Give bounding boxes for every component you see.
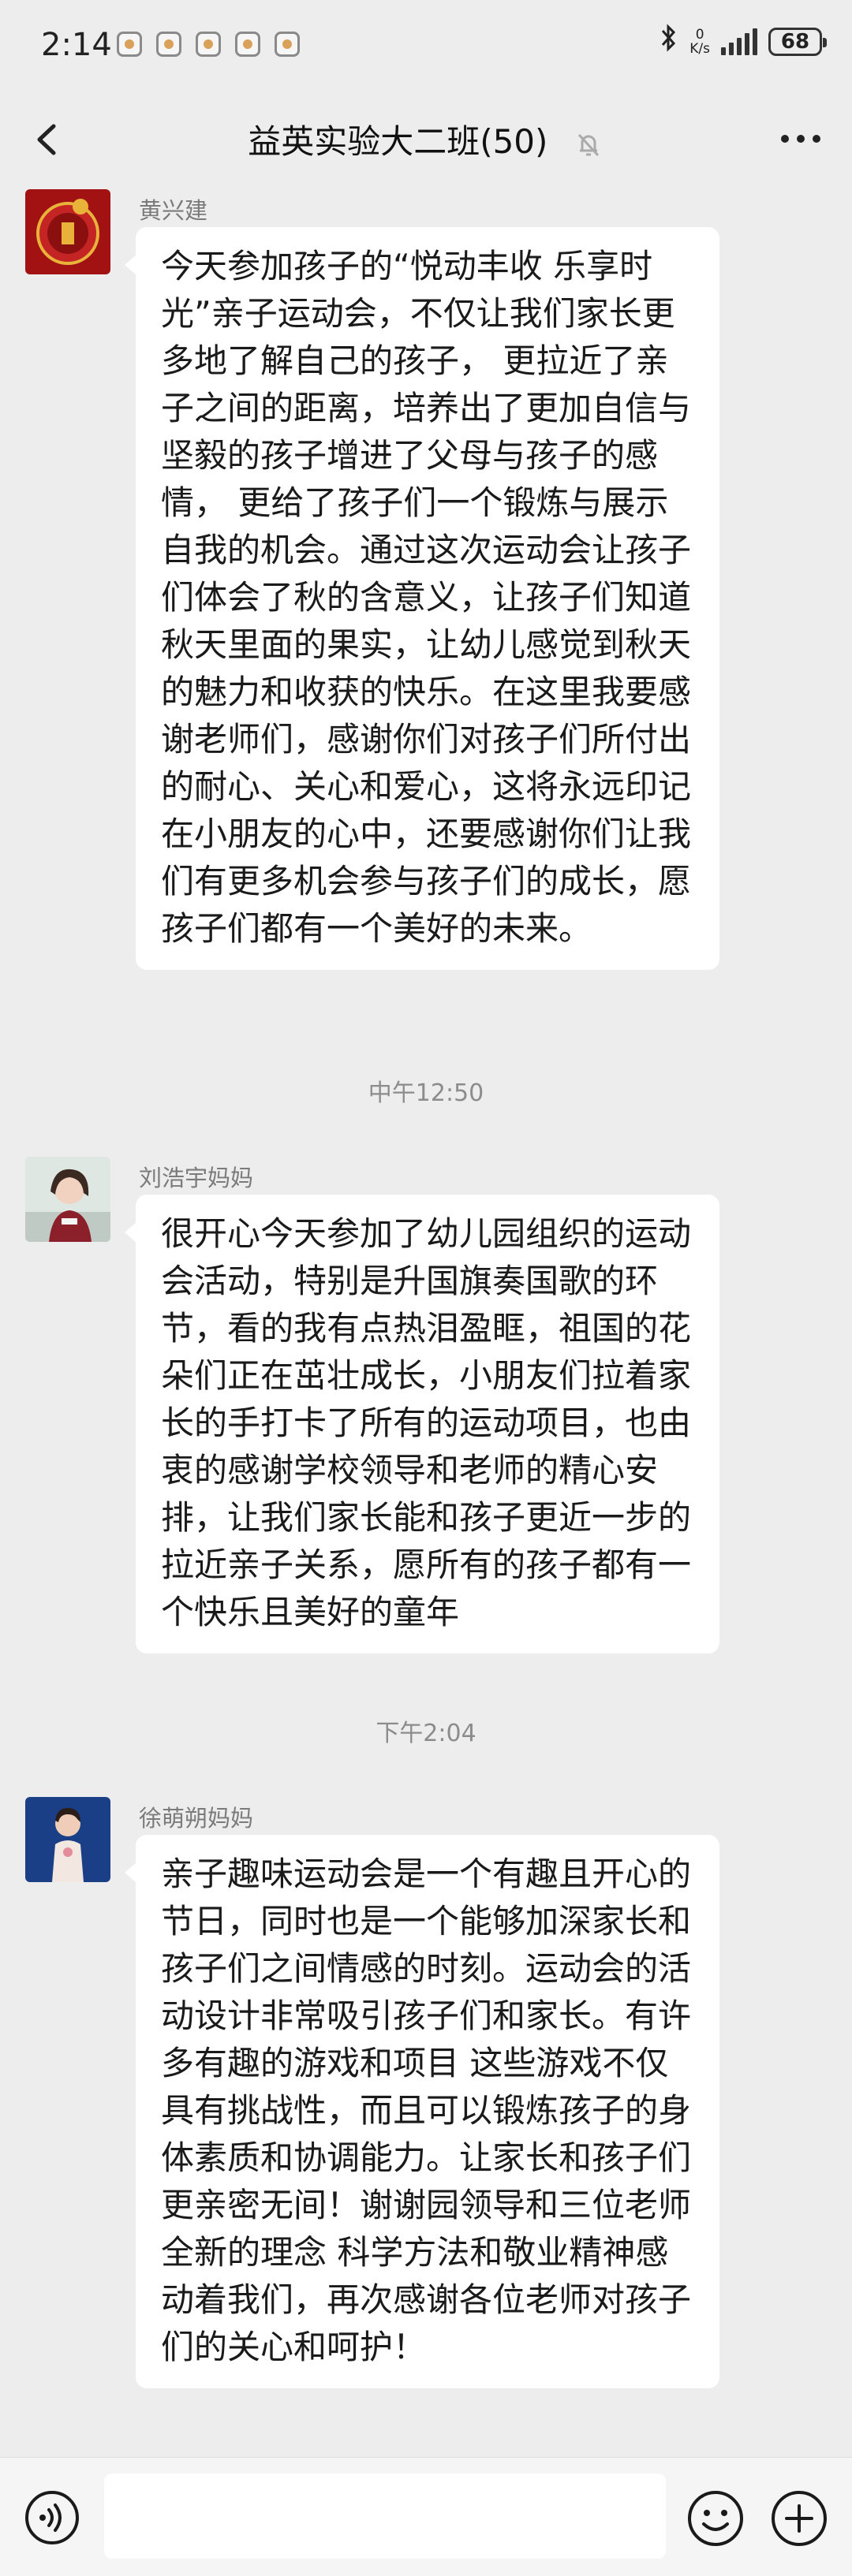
battery-icon: 68 [768,27,827,56]
notification-icons [117,32,300,57]
plus-icon[interactable] [770,2489,828,2548]
network-speed: 0 K/s [689,28,710,56]
message-bubble[interactable]: 亲子趣味运动会是一个有趣且开心的节日，同时也是一个能够加深家长和孩子们之间情感的… [125,1835,719,2388]
message-bubble[interactable]: 很开心今天参加了幼儿园组织的运动会活动，特别是升国旗奏国歌的环节，看的我有点热泪… [125,1195,719,1653]
chat-title: 益英实验大二班(50) [248,122,548,161]
input-bar [0,2457,852,2576]
signal-icon [721,28,757,55]
avatar[interactable] [25,1157,110,1242]
sender-name: 黄兴建 [139,197,208,224]
sender-name: 徐萌朔妈妈 [139,1805,254,1832]
network-speed-value: 0 [695,26,704,43]
status-right: 0 K/s 68 [660,24,827,59]
network-speed-unit: K/s [689,40,710,57]
emoji-icon[interactable] [686,2489,745,2548]
status-time: 2:14 [41,27,112,63]
timestamp: 中午12:50 [368,1079,484,1107]
app-notification-icon [156,32,181,57]
voice-icon[interactable] [24,2489,80,2546]
battery-level: 68 [780,29,810,54]
chat-title-wrap: 益英实验大二班(50) [0,115,852,163]
app-notification-icon [196,32,221,57]
chat-header: 益英实验大二班(50) [0,95,852,183]
app-notification-icon [117,32,142,57]
sender-name: 刘浩宇妈妈 [139,1165,254,1191]
message-bubble[interactable]: 今天参加孩子的“悦动丰收 乐享时光”亲子运动会，不仅让我们家长更多地了解自己的孩… [125,227,719,970]
app-notification-icon [235,32,260,57]
timestamp: 下午2:04 [376,1720,476,1747]
app-notification-icon [275,32,300,57]
avatar[interactable] [25,189,110,274]
more-dots-icon[interactable] [773,123,828,155]
avatar[interactable] [25,1797,110,1882]
mute-bell-icon [573,129,604,160]
bluetooth-icon [660,24,678,59]
message-input[interactable] [104,2473,666,2559]
status-bar: 2:14 0 K/s 68 [0,0,852,95]
